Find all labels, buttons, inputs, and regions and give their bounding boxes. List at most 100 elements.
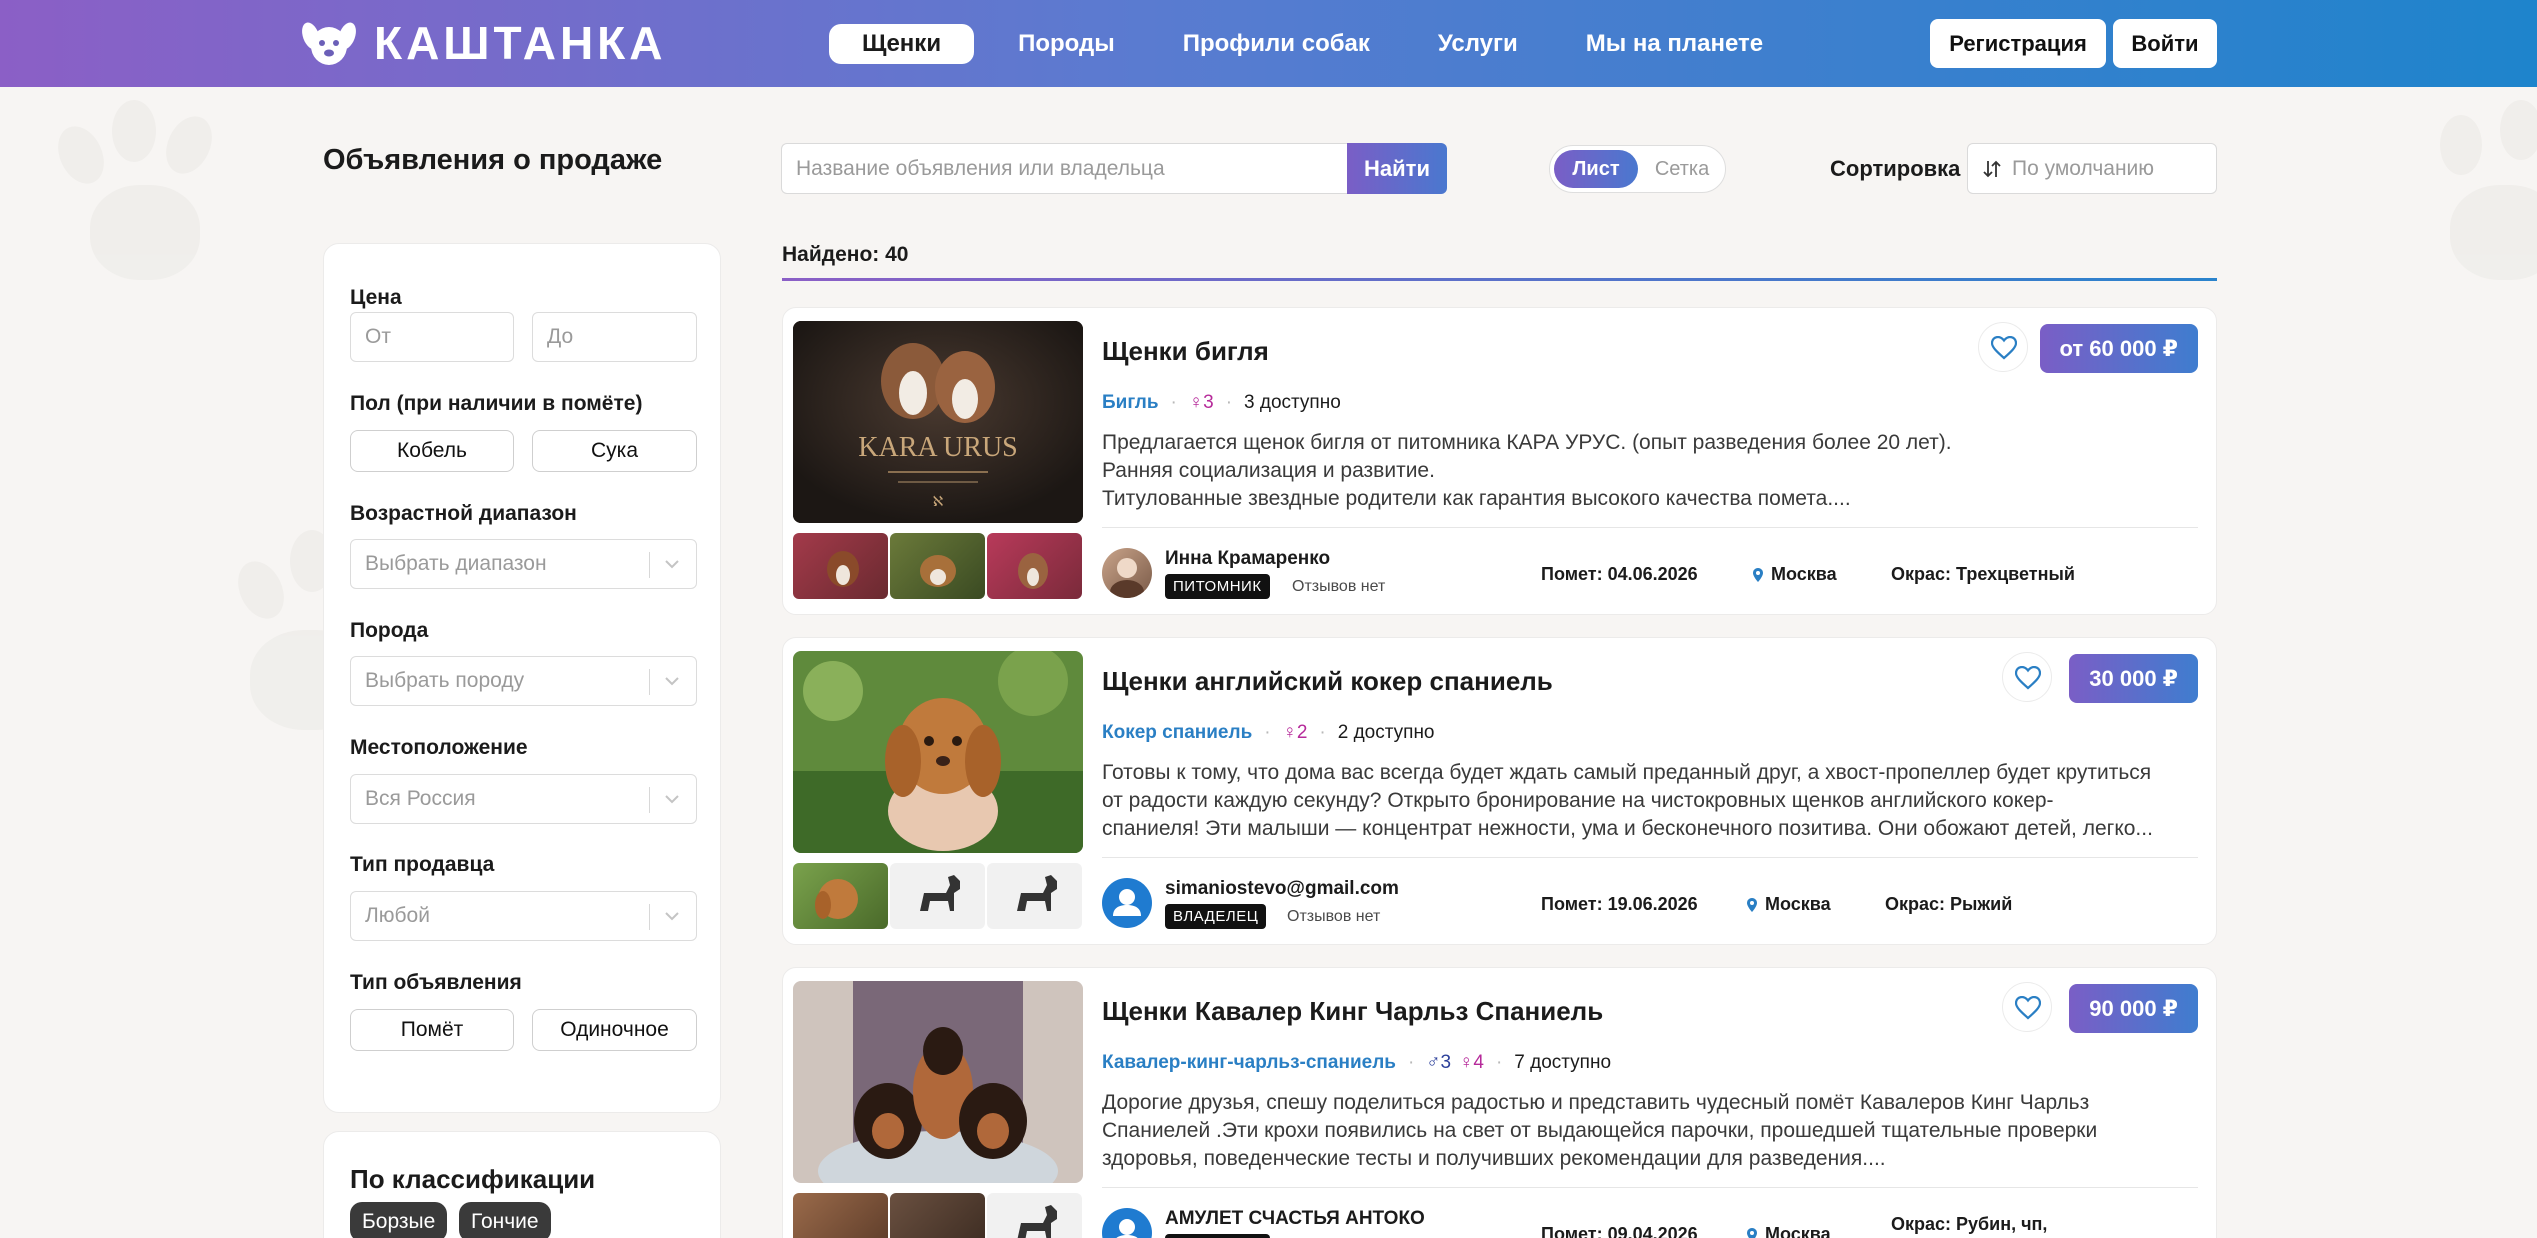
listing-meta: Бигль · ♀ 3 · 3 доступно [1102,392,1341,414]
search-button[interactable]: Найти [1347,143,1447,194]
classification-chip[interactable]: Гончие [459,1202,551,1238]
location-pin-icon [1747,1227,1757,1238]
nav-item-puppies[interactable]: Щенки [829,24,975,64]
location-pin-icon [1753,567,1763,582]
nav-item-breeds[interactable]: Породы [994,24,1139,64]
login-button[interactable]: Войти [2113,19,2217,68]
listing-thumbnail[interactable] [793,1193,888,1238]
listing-thumbnail[interactable] [890,1193,985,1238]
main-nav: Щенки Породы Профили собак Услуги Мы на … [829,24,1807,64]
description-line: от радости каждую секунду? Открыто брони… [1102,789,2054,812]
dog-logo-icon [300,14,358,72]
listing-title[interactable]: Щенки английский кокер спаниель [1102,666,1553,697]
listing-thumbnail-placeholder[interactable] [987,1193,1082,1238]
seller-avatar[interactable] [1102,878,1152,928]
female-count: 2 [1296,722,1308,743]
search-input[interactable]: Название объявления или владельца [781,143,1347,194]
classification-chip[interactable]: Борзые [350,1202,448,1238]
user-icon [1116,1219,1138,1238]
seller-avatar[interactable] [1102,1208,1152,1238]
breed-label: Порода [350,619,429,642]
seller-type-select-value: Любой [365,904,430,927]
listing-location: Москва [1747,1224,1831,1238]
age-select-value: Выбрать диапазон [365,552,547,575]
listing-title[interactable]: Щенки Кавалер Кинг Чарльз Спаниель [1102,996,1603,1027]
sort-select[interactable]: По умолчанию [1967,143,2217,194]
register-button[interactable]: Регистрация [1930,19,2106,68]
breed-link[interactable]: Бигль [1102,392,1159,414]
location-select[interactable]: Вся Россия [350,774,697,824]
listing-color: Окрас: Трехцветный [1891,564,2075,584]
paw-print-decoration [2420,95,2537,295]
nav-item-dog-profiles[interactable]: Профили собак [1159,24,1394,64]
nav-item-services[interactable]: Услуги [1414,24,1542,64]
view-grid-option[interactable]: Сетка [1642,150,1722,188]
favorite-button[interactable] [2002,652,2052,702]
litter-date: Помет: 19.06.2026 [1541,894,1698,914]
classification-panel: По классификации Борзые Гончие [323,1131,721,1238]
brand-logo[interactable]: КАШТАНКА [300,14,666,72]
listing-card[interactable]: KARA URUS ℵ Щенки бигля от 60 000 ₽ Бигл… [782,307,2217,615]
description-line: спаниеля! Эти малыши — концентрат нежнос… [1102,817,2153,840]
sort-select-value: По умолчанию [2012,157,2155,180]
seller-avatar[interactable] [1102,548,1152,598]
sex-male-button[interactable]: Кобель [350,430,514,472]
seller-name[interactable]: simaniostevo@gmail.com [1165,878,1399,900]
listing-thumbnail[interactable] [987,533,1082,599]
sex-female-button[interactable]: Сука [532,430,697,472]
chevron-down-icon [665,677,679,686]
age-select[interactable]: Выбрать диапазон [350,539,697,589]
listing-card[interactable]: Щенки английский кокер спаниель 30 000 ₽… [782,637,2217,945]
description-line: Предлагается щенок бигля от питомника КА… [1102,431,1952,454]
price-button[interactable]: от 60 000 ₽ [2039,324,2198,373]
listing-type-single-button[interactable]: Одиночное [532,1009,697,1051]
city-name: Москва [1771,564,1837,584]
breed-link[interactable]: Кокер спаниель [1102,722,1252,744]
dog-silhouette-icon [1017,1205,1057,1238]
price-button[interactable]: 30 000 ₽ [2069,654,2198,703]
chevron-down-icon [665,912,679,921]
sort-arrows-icon [1983,160,2001,178]
seller-type-badge: ПИТОМНИК [1165,1234,1270,1238]
price-to-input[interactable]: До [532,312,697,362]
listing-thumbnail[interactable] [793,533,888,599]
listing-thumbnail[interactable] [793,863,888,929]
seller-name[interactable]: Инна Крамаренко [1165,548,1330,570]
view-toggle: Лист Сетка [1549,145,1726,193]
heart-icon [2015,666,2041,690]
listing-main-image[interactable] [793,981,1083,1183]
listing-type-litter-button[interactable]: Помёт [350,1009,514,1051]
favorite-button[interactable] [1978,322,2028,372]
price-button[interactable]: 90 000 ₽ [2069,984,2198,1033]
seller-type-badge: ПИТОМНИК [1165,574,1270,599]
listing-thumbnail[interactable] [890,533,985,599]
listing-title[interactable]: Щенки бигля [1102,336,1269,367]
nav-item-map[interactable]: Мы на планете [1562,24,1787,64]
listing-main-image[interactable] [793,651,1083,853]
select-separator [649,904,650,930]
description-line: Дорогие друзья, спешу поделиться радость… [1102,1091,2090,1114]
listing-card[interactable]: Щенки Кавалер Кинг Чарльз Спаниель 90 00… [782,967,2217,1238]
listing-meta: Кокер спаниель · ♀ 2 · 2 доступно [1102,722,1435,744]
listing-color: Окрас: Рыжий [1885,894,2013,914]
view-list-option[interactable]: Лист [1554,150,1638,188]
description-line: Готовы к тому, что дома вас всегда будет… [1102,761,2152,784]
card-divider [1102,527,2198,528]
breed-select[interactable]: Выбрать породу [350,656,697,706]
breed-link[interactable]: Кавалер-кинг-чарльз-спаниель [1102,1052,1396,1074]
dog-silhouette-icon [920,875,960,911]
description-line: Титулованные звездные родители как гаран… [1102,487,1851,510]
listing-thumbnail-placeholder[interactable] [987,863,1082,929]
city-name: Москва [1765,1224,1831,1238]
listing-main-image[interactable]: KARA URUS ℵ [793,321,1083,523]
female-icon: ♀ [1459,1052,1474,1073]
favorite-button[interactable] [2002,982,2052,1032]
seller-type-select[interactable]: Любой [350,891,697,941]
seller-name[interactable]: АМУЛЕТ СЧАСТЬЯ АНТОКО [1165,1208,1425,1230]
listing-type-label: Тип объявления [350,971,522,994]
city-name: Москва [1765,894,1831,914]
meta-dot: · [1407,1052,1415,1073]
female-count: 4 [1473,1052,1484,1073]
listing-thumbnail-placeholder[interactable] [890,863,985,929]
price-from-input[interactable]: От [350,312,514,362]
